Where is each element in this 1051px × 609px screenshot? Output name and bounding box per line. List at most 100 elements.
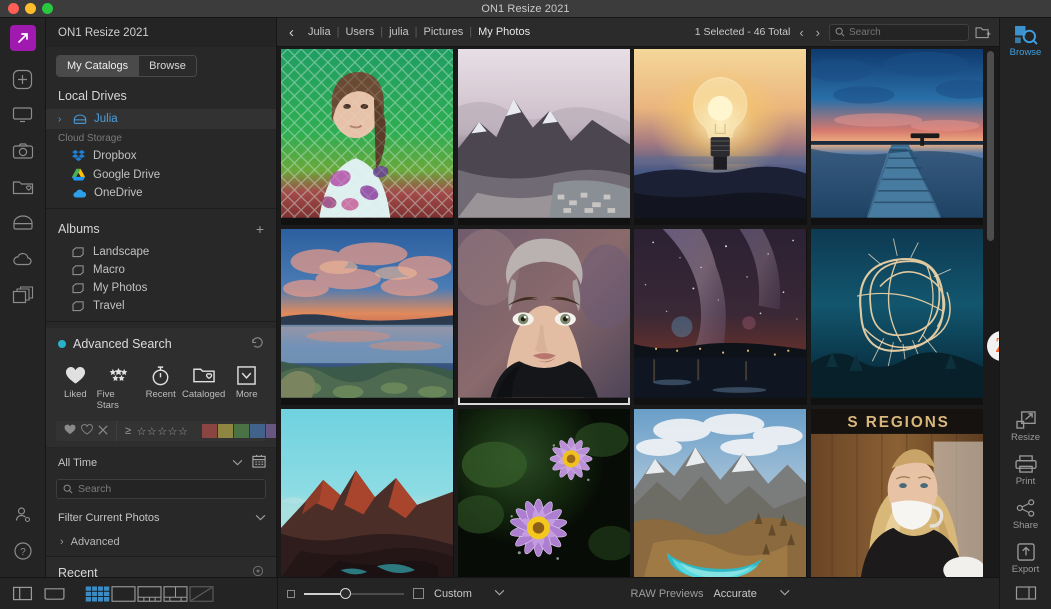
photo-thumbnail[interactable] — [281, 49, 454, 225]
album-item-macro[interactable]: Macro — [46, 261, 276, 279]
rating-filter-segment[interactable]: ≥ ☆☆☆☆☆ — [116, 421, 196, 441]
monitor-icon[interactable] — [6, 98, 40, 132]
cloud-item-google-drive[interactable]: Google Drive — [46, 165, 276, 184]
account-icon[interactable] — [6, 498, 40, 532]
print-icon — [1014, 454, 1037, 474]
color-swatch-green[interactable] — [234, 424, 250, 438]
advanced-search-field[interactable] — [56, 479, 266, 499]
module-export[interactable]: Export — [1000, 535, 1051, 579]
drive-item-julia[interactable]: › Julia — [46, 109, 276, 129]
map-view-icon[interactable] — [189, 585, 214, 602]
large-thumbnail-icon[interactable] — [413, 588, 424, 599]
photo-thumbnail[interactable] — [281, 409, 454, 577]
layers-icon[interactable] — [6, 278, 40, 312]
next-photo-button[interactable]: › — [813, 25, 823, 40]
photo-thumbnail[interactable] — [634, 409, 807, 577]
module-resize[interactable]: Resize — [1000, 403, 1051, 447]
chevron-down-icon[interactable] — [494, 588, 505, 599]
prev-photo-button[interactable]: ‹ — [796, 25, 806, 40]
tab-browse[interactable]: Browse — [139, 56, 196, 76]
cloud-label: Google Drive — [93, 168, 161, 181]
chevron-right-icon[interactable]: › — [58, 114, 66, 125]
cloud-item-onedrive[interactable]: OneDrive — [46, 184, 276, 202]
filter-more[interactable]: More — [225, 364, 268, 411]
chevron-down-icon[interactable] — [255, 512, 266, 524]
photo-thumbnail[interactable] — [810, 49, 983, 225]
camera-icon[interactable] — [6, 134, 40, 168]
x-icon[interactable] — [98, 422, 108, 440]
breadcrumb-item-3[interactable]: Pictures — [418, 26, 470, 38]
time-range-dropdown[interactable]: All Time — [46, 447, 276, 477]
heart-filled-icon[interactable] — [64, 422, 76, 440]
plus-circle-icon[interactable] — [6, 62, 40, 96]
cloud-icon[interactable] — [6, 242, 40, 276]
top-search-field[interactable] — [829, 23, 969, 41]
cloud-item-dropbox[interactable]: Dropbox — [46, 146, 276, 165]
breadcrumb-item-4[interactable]: My Photos — [472, 26, 536, 38]
advanced-search-header[interactable]: Advanced Search — [46, 328, 276, 358]
breadcrumb-item-0[interactable]: Julia — [302, 26, 337, 38]
thumbnail-size-slider[interactable] — [304, 588, 404, 600]
filter-current-photos-dropdown[interactable]: Filter Current Photos — [46, 505, 276, 530]
filmstrip-view-icon[interactable] — [137, 585, 162, 602]
album-item-landscape[interactable]: Landscape — [46, 243, 276, 261]
small-thumbnail-icon[interactable] — [287, 589, 295, 598]
reset-icon[interactable] — [251, 336, 264, 352]
view-preset-label[interactable]: Custom — [434, 588, 472, 600]
heart-outline-icon[interactable] — [81, 422, 93, 440]
module-print[interactable]: Print — [1000, 447, 1051, 491]
chevron-down-icon[interactable] — [779, 588, 790, 599]
chevron-right-icon[interactable]: › — [60, 536, 64, 548]
color-swatch-blue[interactable] — [250, 424, 266, 438]
photo-thumbnail[interactable] — [634, 229, 807, 405]
module-browse[interactable]: Browse — [1000, 18, 1051, 62]
filter-cataloged[interactable]: Cataloged — [182, 364, 225, 411]
raw-previews-value[interactable]: Accurate — [713, 588, 756, 600]
filter-current-label: Filter Current Photos — [58, 512, 160, 524]
search-input[interactable] — [78, 483, 259, 495]
left-panel-header: ON1 Resize 2021 — [46, 18, 276, 47]
slider-knob[interactable] — [340, 588, 351, 599]
new-folder-icon[interactable] — [975, 26, 991, 39]
color-swatch-red[interactable] — [202, 424, 218, 438]
album-label: Landscape — [93, 246, 150, 258]
module-share[interactable]: Share — [1000, 491, 1051, 535]
calendar-icon[interactable] — [252, 454, 266, 471]
breadcrumb-item-2[interactable]: julia — [383, 26, 415, 38]
enabled-indicator-icon[interactable] — [58, 340, 66, 348]
help-icon[interactable]: ? — [6, 534, 40, 568]
rating-operator[interactable]: ≥ — [125, 425, 132, 437]
color-swatch-purple[interactable] — [266, 424, 276, 438]
album-item-my-photos[interactable]: My Photos — [46, 279, 276, 297]
photo-thumbnail[interactable]: S REGIONS — [810, 409, 983, 577]
panel-toggle-icon[interactable] — [12, 586, 33, 601]
photo-thumbnail[interactable] — [457, 409, 630, 577]
top-search-input[interactable] — [849, 26, 963, 38]
photo-thumbnail-selected[interactable] — [457, 229, 630, 405]
filter-liked[interactable]: Liked — [54, 364, 97, 411]
hard-drive-icon[interactable] — [6, 206, 40, 240]
fullscreen-icon[interactable] — [43, 586, 66, 602]
purple-water-lilies — [457, 409, 630, 577]
detail-view-icon[interactable] — [111, 585, 136, 602]
color-swatch-yellow[interactable] — [218, 424, 234, 438]
advanced-toggle[interactable]: › Advanced — [46, 530, 276, 556]
photo-thumbnail[interactable] — [810, 229, 983, 405]
add-album-button[interactable]: + — [256, 221, 264, 237]
photo-thumbnail[interactable] — [457, 49, 630, 225]
toggle-right-panel[interactable] — [1000, 579, 1051, 603]
photo-thumbnail[interactable] — [281, 229, 454, 405]
tab-my-catalogs[interactable]: My Catalogs — [57, 56, 140, 76]
folder-heart-icon[interactable] — [6, 170, 40, 204]
filter-recent[interactable]: Recent — [139, 364, 182, 411]
rating-stars[interactable]: ☆☆☆☆☆ — [137, 425, 189, 438]
filter-five-stars[interactable]: Five Stars — [97, 364, 140, 411]
grid-scrollbar[interactable] — [987, 51, 994, 241]
photo-thumbnail[interactable] — [634, 49, 807, 225]
grid-view-icon[interactable] — [85, 585, 110, 602]
back-button[interactable]: ‹ — [285, 25, 302, 40]
compare-view-icon[interactable] — [163, 585, 188, 602]
breadcrumb-item-1[interactable]: Users — [339, 26, 380, 38]
album-item-travel[interactable]: Travel — [46, 297, 276, 315]
chevron-down-icon[interactable] — [232, 457, 243, 469]
